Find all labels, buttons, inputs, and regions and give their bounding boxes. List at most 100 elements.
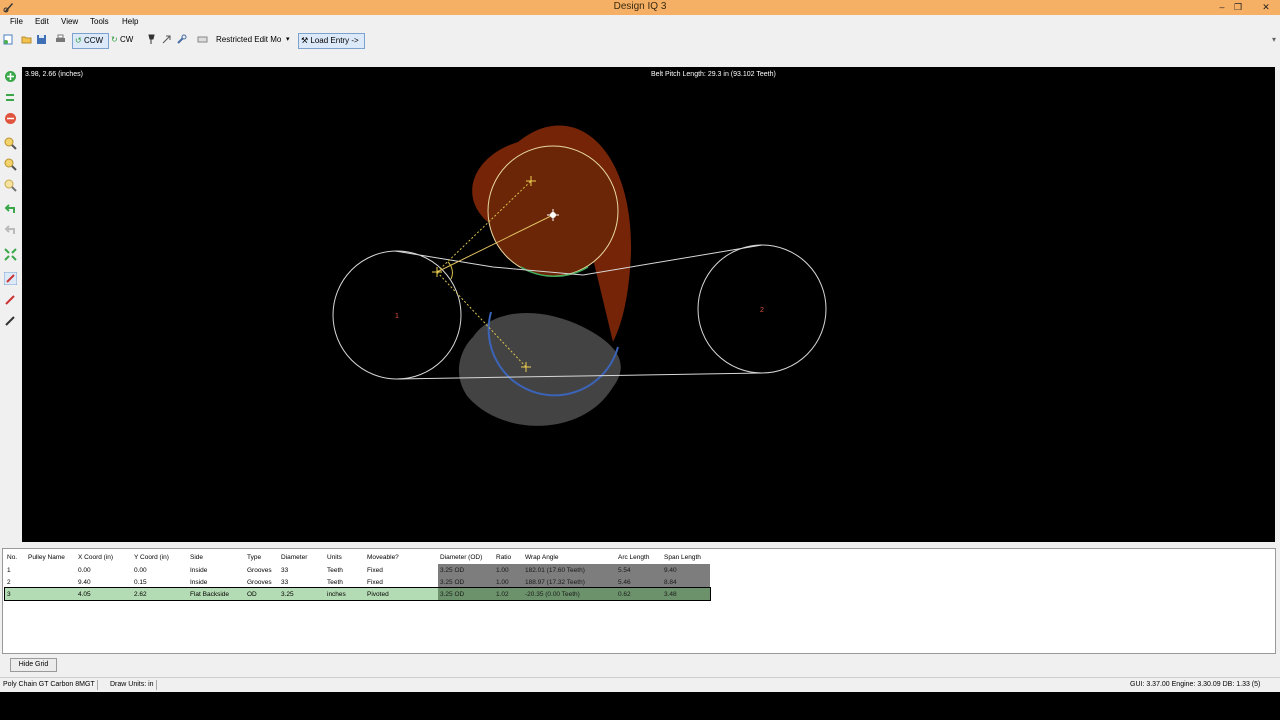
cell-moveable[interactable]: Fixed — [365, 564, 438, 576]
menu-edit[interactable]: Edit — [35, 17, 49, 26]
col-side[interactable]: Side — [188, 551, 245, 564]
cell-span-length: 9.40 — [662, 564, 710, 576]
cell-diameter-od: 3.25 OD — [438, 576, 494, 588]
col-pulley-name[interactable]: Pulley Name — [26, 551, 76, 564]
menu-help[interactable]: Help — [122, 17, 138, 26]
col-moveable[interactable]: Moveable? — [365, 551, 438, 564]
load-entry-label: Load Entry -> — [310, 36, 359, 45]
table-row[interactable]: 1 0.00 0.00 Inside Grooves 33 Teeth Fixe… — [5, 564, 710, 576]
col-wrap-angle[interactable]: Wrap Angle — [523, 551, 616, 564]
cell-type[interactable]: OD — [245, 588, 279, 600]
menu-tools[interactable]: Tools — [90, 17, 109, 26]
wrench-icon[interactable] — [176, 34, 187, 45]
col-no[interactable]: No. — [5, 551, 26, 564]
fit-all-icon[interactable] — [4, 248, 17, 261]
cell-moveable[interactable]: Fixed — [365, 576, 438, 588]
zoom-fit-icon[interactable] — [4, 179, 17, 192]
col-diameter-od[interactable]: Diameter (OD) — [438, 551, 494, 564]
drawing-canvas[interactable]: 1 2 3.98, 2.66 (inches) Belt Pitch Lengt… — [23, 67, 1275, 542]
table-header-row: No. Pulley Name X Coord (in) Y Coord (in… — [5, 551, 710, 564]
cell-no[interactable]: 3 — [5, 588, 26, 600]
rotate-cw-icon: ↻ — [111, 35, 118, 44]
cell-side[interactable]: Flat Backside — [188, 588, 245, 600]
cell-span-length: 3.48 — [662, 588, 710, 600]
cell-x-coord[interactable]: 9.40 — [76, 576, 132, 588]
col-x-coord[interactable]: X Coord (in) — [76, 551, 132, 564]
cell-diameter[interactable]: 33 — [279, 576, 325, 588]
close-button[interactable]: ✕ — [1258, 0, 1274, 15]
pen-icon[interactable] — [4, 293, 17, 306]
undo-icon[interactable] — [4, 203, 17, 216]
cell-pulley-name[interactable] — [26, 576, 76, 588]
cell-arc-length: 0.62 — [616, 588, 662, 600]
cell-y-coord[interactable]: 2.62 — [132, 588, 188, 600]
status-belt-type: Poly Chain GT Carbon 8MGT — [1, 680, 98, 690]
col-span-length[interactable]: Span Length — [662, 551, 710, 564]
cell-diameter[interactable]: 3.25 — [279, 588, 325, 600]
zoom-out-icon[interactable] — [4, 158, 17, 171]
cw-label: CW — [119, 35, 134, 44]
cell-side[interactable]: Inside — [188, 564, 245, 576]
table-row-selected[interactable]: 3 4.05 2.62 Flat Backside OD 3.25 inches… — [4, 587, 711, 601]
cell-type[interactable]: Grooves — [245, 576, 279, 588]
cell-pulley-name[interactable] — [26, 564, 76, 576]
load-entry-button[interactable]: ⚒ Load Entry -> — [298, 33, 365, 49]
cell-no[interactable]: 2 — [5, 576, 26, 588]
hide-grid-button[interactable]: Hide Grid — [10, 658, 57, 672]
measure-icon[interactable] — [4, 272, 17, 285]
col-ratio[interactable]: Ratio — [494, 551, 523, 564]
cell-x-coord[interactable]: 0.00 — [76, 564, 132, 576]
cell-pulley-name[interactable] — [26, 588, 76, 600]
cell-wrap-angle: 188.97 (17.32 Teeth) — [523, 576, 616, 588]
move-icon[interactable] — [161, 34, 172, 45]
menu-file[interactable]: File — [10, 17, 23, 26]
col-units[interactable]: Units — [325, 551, 365, 564]
cell-diameter[interactable]: 33 — [279, 564, 325, 576]
col-diameter[interactable]: Diameter — [279, 551, 325, 564]
menu-view[interactable]: View — [61, 17, 78, 26]
save-icon[interactable] — [36, 34, 47, 45]
pin-icon[interactable] — [146, 34, 157, 45]
col-type[interactable]: Type — [245, 551, 279, 564]
window-title: Design IQ 3 — [613, 1, 667, 12]
cell-no[interactable]: 1 — [5, 564, 26, 576]
cell-y-coord[interactable]: 0.15 — [132, 576, 188, 588]
cell-x-coord[interactable]: 4.05 — [76, 588, 132, 600]
cell-moveable[interactable]: Pivoted — [365, 588, 438, 600]
rotate-ccw-icon: ↺ — [75, 36, 82, 45]
print-icon[interactable] — [55, 34, 66, 45]
swap-icon[interactable] — [4, 91, 17, 104]
restore-button[interactable]: ❐ — [1230, 0, 1246, 15]
cell-units[interactable]: Teeth — [325, 564, 365, 576]
new-file-icon[interactable] — [3, 34, 14, 45]
col-y-coord[interactable]: Y Coord (in) — [132, 551, 188, 564]
cell-type[interactable]: Grooves — [245, 564, 279, 576]
cell-units[interactable]: Teeth — [325, 576, 365, 588]
cell-y-coord[interactable]: 0.00 — [132, 564, 188, 576]
menu-bar: File Edit View Tools Help — [0, 15, 1280, 30]
add-pulley-icon[interactable] — [4, 70, 17, 83]
status-bar: Poly Chain GT Carbon 8MGT Draw Units: in… — [0, 677, 1280, 693]
tool-sidebar — [0, 67, 22, 542]
table-row[interactable]: 2 9.40 0.15 Inside Grooves 33 Teeth Fixe… — [5, 576, 710, 588]
cell-units[interactable]: inches — [325, 588, 365, 600]
belt-drawing[interactable]: 1 2 3.98, 2.66 (inches) Belt Pitch Lengt… — [23, 67, 1275, 542]
ccw-button[interactable]: ↺ CCW — [72, 33, 109, 49]
toolbar-overflow-icon[interactable]: ▾ — [1272, 33, 1276, 47]
open-folder-icon[interactable] — [21, 34, 32, 45]
cell-ratio: 1.00 — [494, 564, 523, 576]
cw-button[interactable]: ↻ CW — [111, 33, 139, 47]
redo-icon[interactable] — [4, 224, 17, 237]
cell-arc-length: 5.54 — [616, 564, 662, 576]
col-arc-length[interactable]: Arc Length — [616, 551, 662, 564]
cell-side[interactable]: Inside — [188, 576, 245, 588]
pencil-icon[interactable] — [4, 314, 17, 327]
canvas-border — [1275, 67, 1280, 542]
load-entry-icon: ⚒ — [301, 36, 309, 45]
remove-pulley-icon[interactable] — [4, 112, 17, 125]
edit-mode-label: Restricted Edit Mo — [216, 35, 282, 44]
zoom-in-icon[interactable] — [4, 137, 17, 150]
pulley-table-container: No. Pulley Name X Coord (in) Y Coord (in… — [2, 548, 1276, 654]
dropdown-arrow-icon[interactable]: ▾ — [286, 33, 290, 47]
minimize-button[interactable]: – — [1214, 0, 1230, 15]
